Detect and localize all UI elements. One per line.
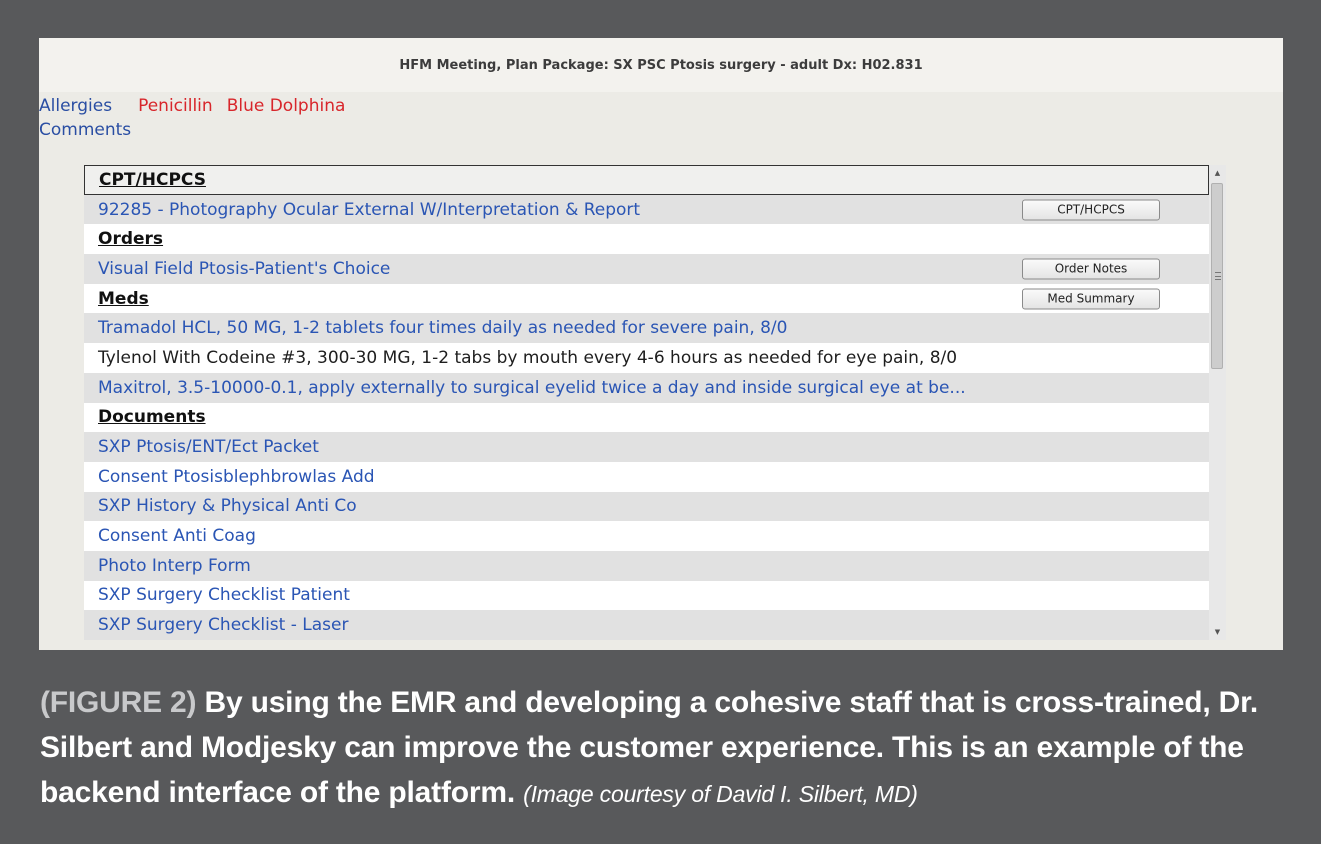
list-item-label: SXP History & Physical Anti Co [98, 496, 357, 517]
list-item-label: SXP Ptosis/ENT/Ect Packet [98, 437, 319, 458]
list-item-label: Visual Field Ptosis-Patient's Choice [98, 258, 391, 279]
list-item-label: Tramadol HCL, 50 MG, 1-2 tablets four ti… [98, 318, 788, 339]
section-header-label: Orders [98, 229, 164, 250]
section-header: Documents [84, 403, 1209, 433]
list-item[interactable]: SXP Surgery Checklist - Laser [84, 610, 1209, 640]
list-item[interactable]: Maxitrol, 3.5-10000-0.1, apply externall… [84, 372, 1209, 403]
list-item[interactable]: Tramadol HCL, 50 MG, 1-2 tablets four ti… [84, 313, 1209, 344]
allergy-blue-dolphina: Blue Dolphina [226, 96, 346, 116]
scroll-down-icon[interactable]: ▼ [1209, 624, 1226, 640]
list-item-label: Consent Anti Coag [98, 526, 256, 547]
list-item-label: SXP Surgery Checklist - Laser [98, 615, 349, 636]
list-item[interactable]: SXP History & Physical Anti Co [84, 491, 1209, 522]
section-header: Orders [84, 224, 1209, 254]
order-notes-button[interactable]: Order Notes [1022, 258, 1160, 280]
list-item-label: Maxitrol, 3.5-10000-0.1, apply externall… [98, 377, 966, 398]
list-item[interactable]: Photo Interp Form [84, 550, 1209, 581]
plan-package-list: CPT/HCPCS 92285 - Photography Ocular Exte… [84, 165, 1209, 640]
list-item[interactable]: Tylenol With Codeine #3, 300-30 MG, 1-2 … [84, 343, 1209, 373]
allergy-penicillin: Penicillin [138, 96, 213, 116]
list-item-label: Tylenol With Codeine #3, 300-30 MG, 1-2 … [98, 347, 958, 368]
emr-window: HFM Meeting, Plan Package: SX PSC Ptosis… [39, 38, 1283, 650]
scroll-up-icon[interactable]: ▲ [1209, 165, 1226, 181]
list-item-label: 92285 - Photography Ocular External W/In… [98, 199, 641, 220]
section-header: CPT/HCPCS [84, 165, 1209, 195]
list-item[interactable]: Consent Ptosisblephbrowlas Add [84, 462, 1209, 492]
allergies-label[interactable]: Allergies [39, 96, 112, 116]
list-item-label: Photo Interp Form [98, 555, 251, 576]
list-item-label: SXP Surgery Checklist Patient [98, 585, 350, 606]
list-item[interactable]: Visual Field Ptosis-Patient's Choice Orde… [84, 254, 1209, 284]
list-item[interactable]: SXP Ptosis/ENT/Ect Packet [84, 432, 1209, 462]
allergies-row: Allergies Penicillin Blue Dolphina [39, 94, 345, 118]
section-header: Meds Med Summary [84, 284, 1209, 314]
figure-label: (FIGURE 2) [40, 686, 197, 719]
scroll-thumb[interactable] [1211, 183, 1223, 369]
comments-row: Comments [39, 118, 131, 142]
section-header-label: Documents [98, 407, 206, 428]
med-summary-button[interactable]: Med Summary [1022, 288, 1160, 310]
section-header-label: Meds [98, 288, 149, 309]
window-title: HFM Meeting, Plan Package: SX PSC Ptosis… [39, 38, 1283, 92]
list-item[interactable]: Consent Anti Coag [84, 521, 1209, 551]
figure-caption: (FIGURE 2) By using the EMR and developi… [40, 680, 1290, 817]
list-item[interactable]: SXP Surgery Checklist Patient [84, 581, 1209, 611]
list-scrollbar[interactable]: ▲ ▼ [1209, 165, 1226, 640]
image-credit: (Image courtesy of David I. Silbert, MD) [523, 781, 918, 807]
comments-label[interactable]: Comments [39, 120, 131, 140]
cpt-hcpcs-button[interactable]: CPT/HCPCS [1022, 199, 1160, 221]
list-item[interactable]: 92285 - Photography Ocular External W/In… [84, 194, 1209, 225]
grip-icon [1215, 272, 1221, 280]
list-item-label: Consent Ptosisblephbrowlas Add [98, 466, 375, 487]
section-header-label: CPT/HCPCS [99, 169, 206, 190]
